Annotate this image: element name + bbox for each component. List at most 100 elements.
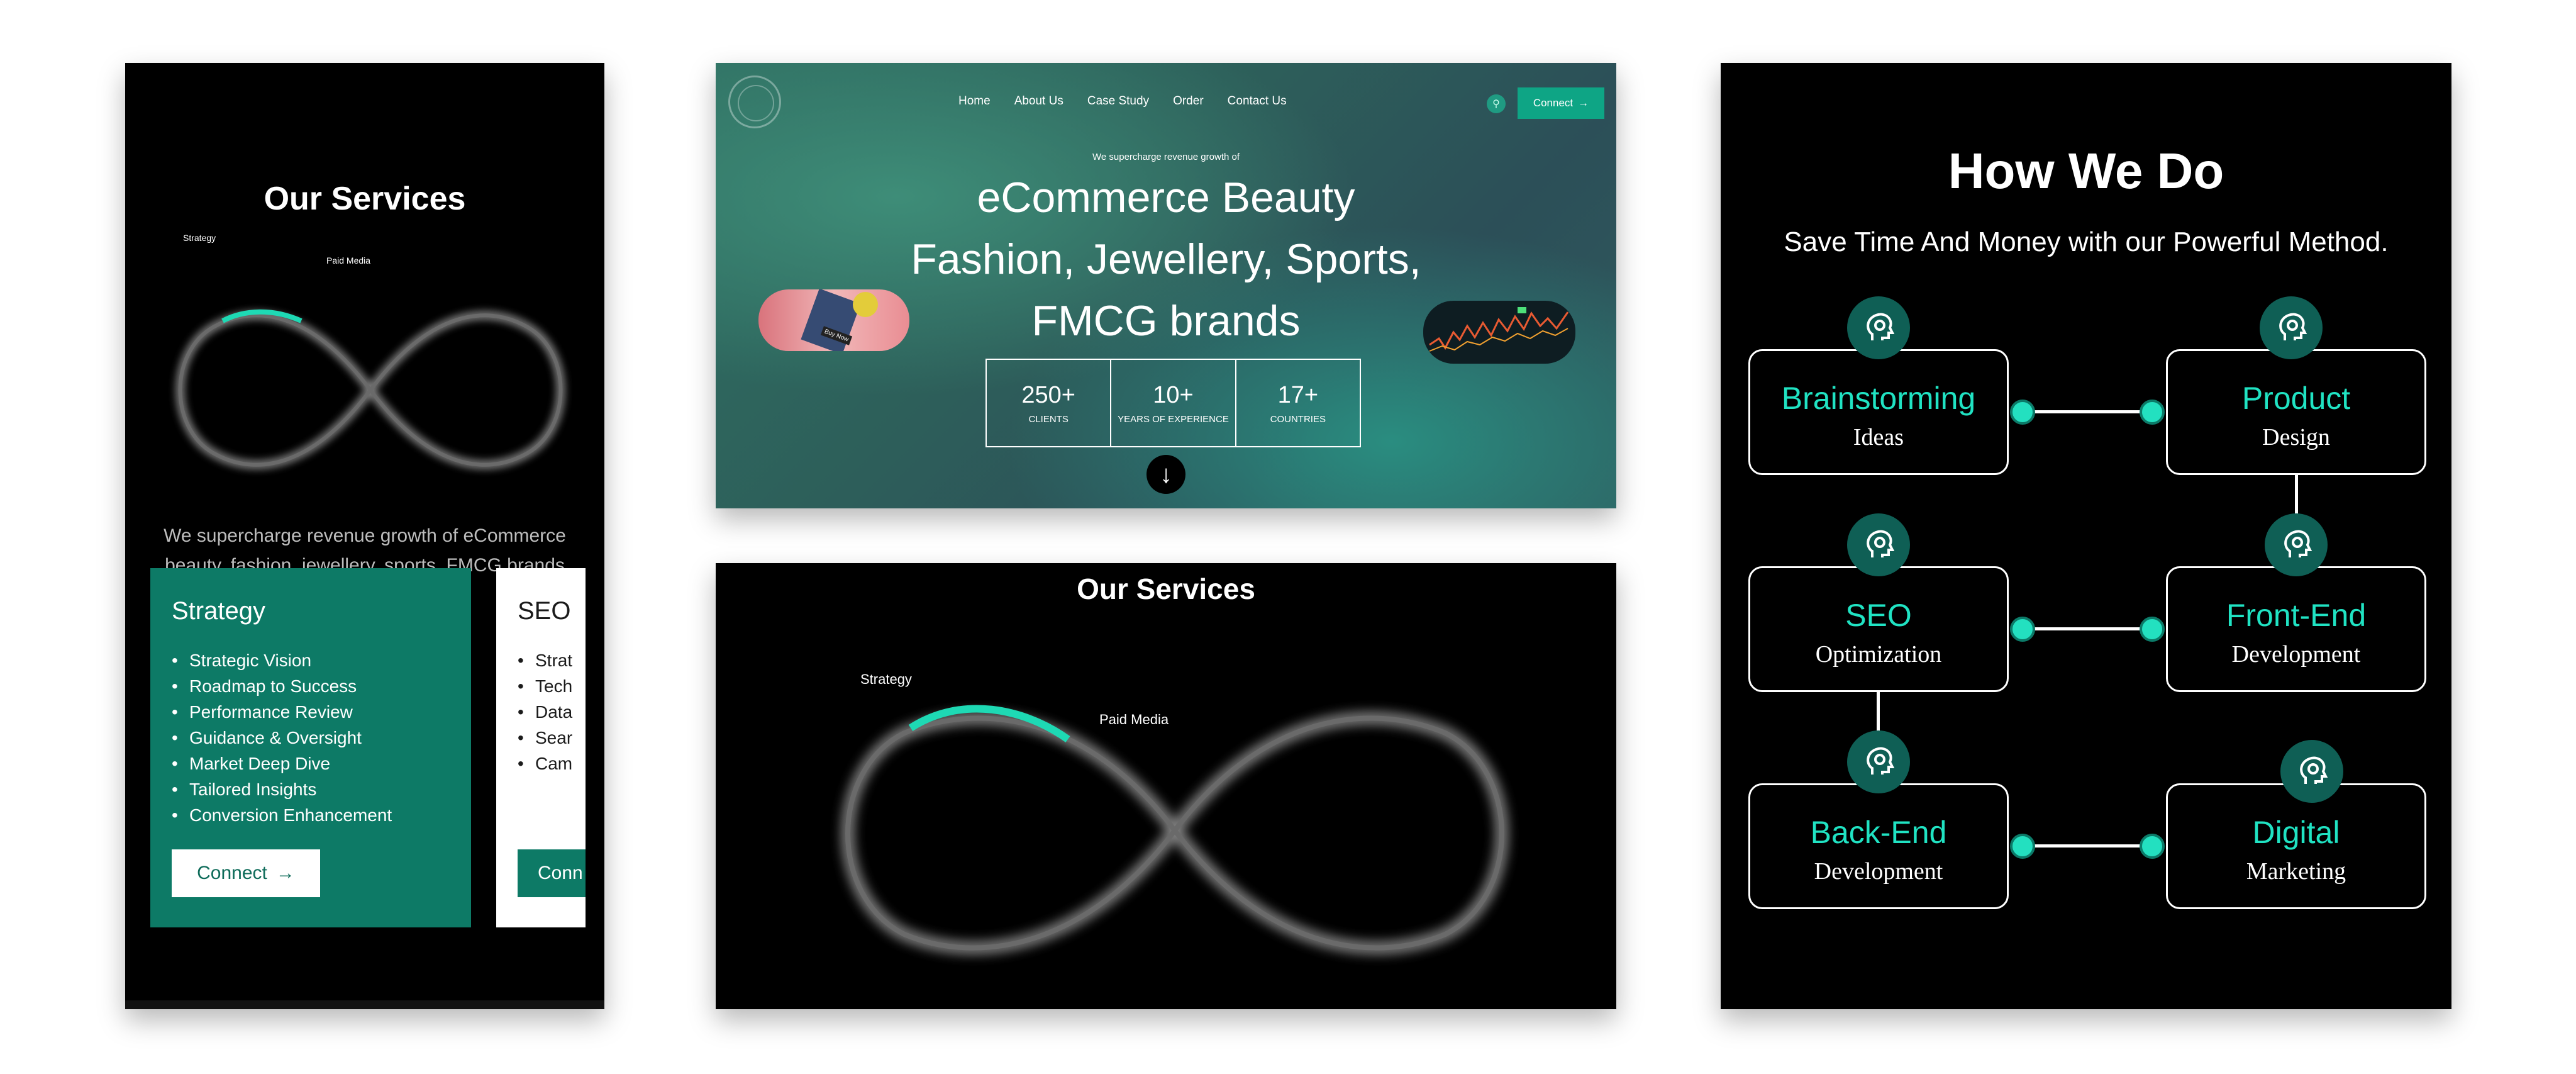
connector-line xyxy=(2023,627,2151,630)
connector-dot xyxy=(2140,617,2165,642)
card-title: SEO xyxy=(518,597,571,625)
head-gear-icon xyxy=(1847,730,1910,793)
nav-item-about-us[interactable]: About Us xyxy=(1014,94,1063,108)
step-title: Brainstorming xyxy=(1781,381,1976,416)
stat-label: CLIENTS xyxy=(1028,413,1069,425)
stat-label: COUNTRIES xyxy=(1270,413,1326,425)
stock-chart-graphic xyxy=(1429,307,1569,352)
divider xyxy=(125,1000,604,1009)
connect-button[interactable]: Connect → xyxy=(172,849,320,897)
nav-item-case-study[interactable]: Case Study xyxy=(1087,94,1149,108)
how-we-do-panel: How We Do Save Time And Money with our P… xyxy=(1721,63,2451,1009)
page-title: Our Services xyxy=(264,181,466,217)
mobile-services-panel: Our Services Strategy Paid Media We supe… xyxy=(125,63,604,1009)
services-desktop-panel: Our Services Strategy Paid Media xyxy=(716,563,1616,1009)
logo[interactable] xyxy=(728,76,781,128)
headline-line: Fashion, Jewellery, Sports, xyxy=(911,235,1421,283)
step-seo: SEO Optimization xyxy=(1748,566,2009,692)
section-subtitle: Save Time And Money with our Powerful Me… xyxy=(1784,227,2389,257)
list-item: Market Deep Dive xyxy=(172,751,392,776)
connector-line xyxy=(2023,410,2151,413)
infinity-graphic xyxy=(841,705,1508,954)
list-item: Strat xyxy=(518,647,572,673)
stat-clients: 250+ CLIENTS xyxy=(987,360,1112,446)
headline-line: eCommerce Beauty xyxy=(977,174,1355,221)
infinity-graphic xyxy=(175,309,565,469)
list-item: Data xyxy=(518,699,572,725)
list-item: Tech xyxy=(518,673,572,699)
list-item: Sear xyxy=(518,725,572,751)
step-title: Front-End xyxy=(2226,598,2367,633)
step-subtitle: Optimization xyxy=(1815,641,1942,668)
stats-box: 250+ CLIENTS 10+ YEARS OF EXPERIENCE 17+… xyxy=(985,359,1361,447)
card-list: Strategic Vision Roadmap to Success Perf… xyxy=(172,647,392,828)
head-gear-icon xyxy=(2280,740,2343,803)
connector-line xyxy=(2295,475,2298,519)
head-gear-icon xyxy=(1847,513,1910,576)
buy-now-tag: Buy Now xyxy=(820,326,853,345)
stat-value: 250+ xyxy=(1021,381,1075,408)
list-item: Tailored Insights xyxy=(172,776,392,802)
connect-button[interactable]: Connect → xyxy=(1518,87,1604,119)
infinity-label-strategy: Strategy xyxy=(860,671,912,687)
stat-value: 10+ xyxy=(1153,381,1194,408)
step-subtitle: Design xyxy=(2262,424,2330,450)
step-product-design: Product Design xyxy=(2166,349,2426,475)
step-subtitle: Development xyxy=(2231,641,2361,668)
connect-button[interactable]: Conn xyxy=(518,849,586,897)
list-item: Conversion Enhancement xyxy=(172,802,392,828)
step-subtitle: Marketing xyxy=(2246,858,2346,885)
head-gear-icon xyxy=(2265,513,2328,576)
section-title: Our Services xyxy=(1077,573,1255,605)
card-title: Strategy xyxy=(172,597,265,625)
connector-dot xyxy=(2140,834,2165,859)
nav-item-order[interactable]: Order xyxy=(1173,94,1204,108)
hero-panel: Home About Us Case Study Order Contact U… xyxy=(716,63,1616,508)
stat-value: 17+ xyxy=(1277,381,1319,408)
hero-image-chart xyxy=(1423,301,1575,364)
connector-line xyxy=(1877,692,1880,736)
section-title: How We Do xyxy=(1948,143,2224,199)
list-item: Roadmap to Success xyxy=(172,673,392,699)
step-title: Back-End xyxy=(1810,815,1947,850)
service-card-strategy: Strategy Strategic Vision Roadmap to Suc… xyxy=(150,568,471,927)
connector-dot xyxy=(2010,617,2035,642)
search-icon[interactable]: ⚲ xyxy=(1487,94,1506,113)
stat-experience: 10+ YEARS OF EXPERIENCE xyxy=(1111,360,1236,446)
head-gear-icon xyxy=(1847,296,1910,359)
infinity-label-paid-media: Paid Media xyxy=(1099,712,1169,727)
stat-countries: 17+ COUNTRIES xyxy=(1236,360,1360,446)
step-title: Digital xyxy=(2252,815,2340,850)
connector-dot xyxy=(2010,834,2035,859)
service-card-seo: SEO Strat Tech Data Sear Cam Conn xyxy=(496,568,586,927)
nav-item-home[interactable]: Home xyxy=(958,94,991,108)
list-item: Strategic Vision xyxy=(172,647,392,673)
connector-dot xyxy=(2140,400,2165,425)
connect-button-label: Connect xyxy=(1533,97,1574,109)
arrow-right-icon: → xyxy=(1578,97,1589,109)
list-item: Cam xyxy=(518,751,572,776)
step-digital-marketing: Digital Marketing xyxy=(2166,783,2426,909)
list-item: Guidance & Oversight xyxy=(172,725,392,751)
step-brainstorming: Brainstorming Ideas xyxy=(1748,349,2009,475)
connector-line xyxy=(2023,844,2151,847)
hero-image-phone: Buy Now xyxy=(758,289,909,351)
head-gear-icon xyxy=(2260,296,2323,359)
hero-kicker: We supercharge revenue growth of xyxy=(1092,152,1240,162)
step-title: SEO xyxy=(1845,598,1912,633)
step-front-end: Front-End Development xyxy=(2166,566,2426,692)
list-item: Performance Review xyxy=(172,699,392,725)
nav-item-contact-us[interactable]: Contact Us xyxy=(1228,94,1287,108)
step-subtitle: Development xyxy=(1814,858,1943,885)
connect-button-label: Connect xyxy=(197,863,267,883)
main-nav: Home About Us Case Study Order Contact U… xyxy=(958,94,1287,108)
infinity-label-strategy: Strategy xyxy=(183,233,216,243)
connector-dot xyxy=(2010,400,2035,425)
card-list: Strat Tech Data Sear Cam xyxy=(518,647,572,776)
arrow-down-icon[interactable]: ↓ xyxy=(1146,455,1185,494)
arrow-right-icon: → xyxy=(275,863,295,883)
step-subtitle: Ideas xyxy=(1853,424,1904,450)
step-title: Product xyxy=(2241,381,2351,416)
step-back-end: Back-End Development xyxy=(1748,783,2009,909)
connect-button-label: Conn xyxy=(538,863,583,883)
